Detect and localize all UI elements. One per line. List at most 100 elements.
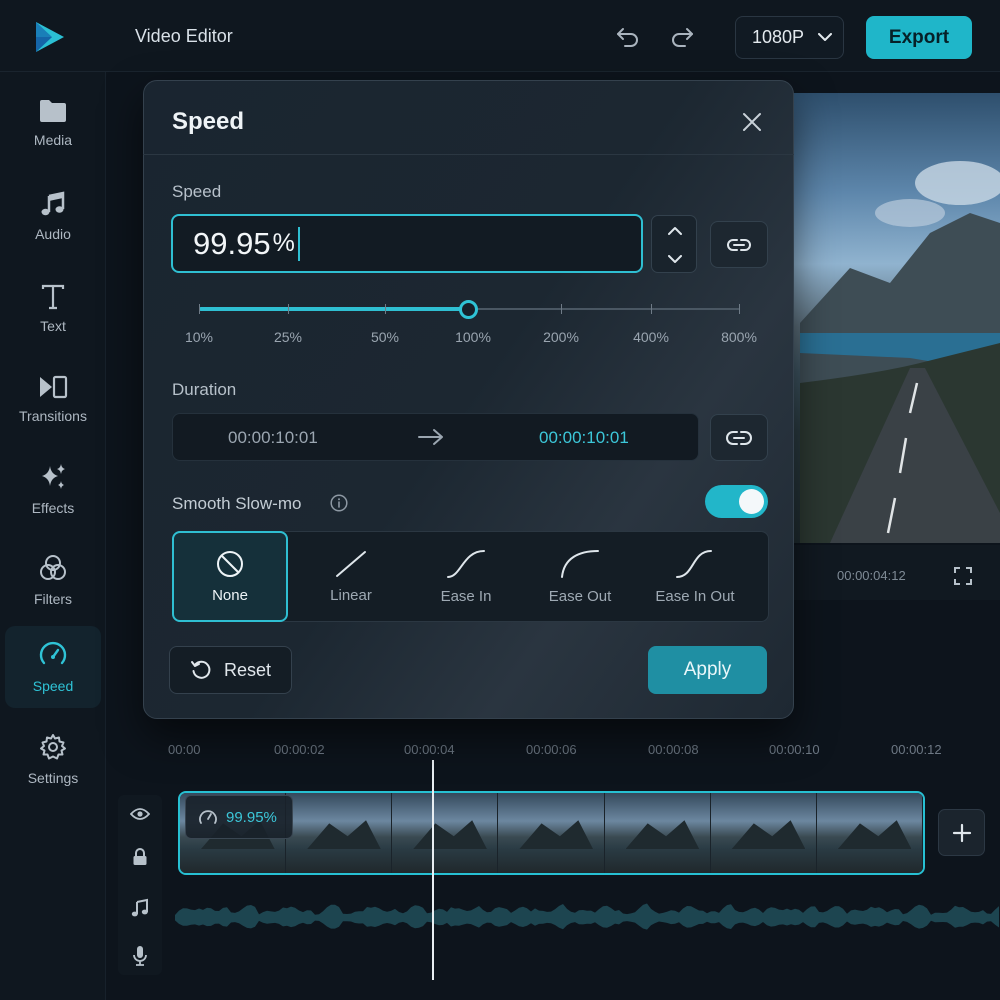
curve-option-label: Linear [330,587,372,604]
preview-timecode: 00:00:04:12 [837,568,906,583]
clip-thumbnail [710,793,817,873]
speedometer-icon [39,641,67,665]
curve-option-linear[interactable]: Linear [293,531,409,622]
slider-tick-label: 25% [273,329,303,345]
video-preview[interactable] [760,93,1000,543]
reset-button[interactable]: Reset [169,646,292,694]
sidebar-item-label: Media [33,132,73,148]
speed-increase-button[interactable] [652,216,698,245]
apply-button[interactable]: Apply [648,646,767,694]
folder-icon [40,100,66,122]
transitions-icon [40,375,68,399]
smooth-slowmo-toggle[interactable] [705,485,768,518]
chevron-down-icon [668,255,682,263]
sidebar-item-filters[interactable]: Filters [5,539,101,621]
ease-out-curve-icon [561,550,599,578]
arrow-right-icon [418,429,443,445]
slider-tick-label: 50% [370,329,400,345]
playhead[interactable] [432,760,434,980]
export-button[interactable]: Export [866,16,972,59]
chevron-up-icon [668,227,682,235]
curve-option-label: Ease Out [548,588,612,605]
track-lock-button[interactable] [129,846,151,868]
audio-waveform [175,903,999,930]
sidebar-item-transitions[interactable]: Transitions [5,358,101,440]
curve-option-none[interactable]: None [172,531,288,622]
duration-new[interactable]: 00:00:10:01 [539,428,629,448]
slider-tick [385,304,386,314]
duration-label: Duration [172,380,237,399]
lock-icon [133,848,147,865]
audio-track-button[interactable] [129,897,151,919]
clip-thumbnail [392,793,499,873]
redo-icon [672,28,693,47]
slider-tick [561,304,562,314]
prohibited-icon [217,551,243,577]
microphone-icon [133,946,147,966]
info-icon[interactable] [330,494,348,512]
preview-image [800,161,1000,543]
sidebar-item-label: Audio [35,226,71,242]
slider-tick [739,304,740,314]
curve-option-ease-in[interactable]: Ease In [408,531,524,622]
sidebar-item-settings[interactable]: Settings [5,718,101,800]
sidebar-item-label: Transitions [19,408,87,424]
slider-tick-label: 100% [455,329,491,345]
curve-option-ease-out[interactable]: Ease Out [522,531,638,622]
app-logo-icon [36,22,64,52]
ruler-label: 00:00:12 [891,742,942,757]
close-button[interactable] [738,108,766,136]
track-visibility-button[interactable] [129,803,151,825]
text-icon [41,284,65,310]
reset-label: Reset [223,659,272,680]
sidebar-item-audio[interactable]: Audio [5,175,101,257]
curve-option-label: Ease In Out [655,588,735,605]
sidebar-item-effects[interactable]: Effects [5,448,101,530]
ruler-label: 00:00:08 [648,742,699,757]
slider-tick-label: 800% [721,329,757,345]
slider-tick [651,304,652,314]
linear-curve-icon [336,551,366,577]
clip-thumbnail [604,793,711,873]
sidebar-item-label: Text [40,318,66,334]
undo-button[interactable] [613,22,643,52]
clip-speed-value: 99.95% [226,808,277,826]
duration-link-button[interactable] [710,414,768,461]
sidebar-item-label: Speed [32,678,74,694]
clip-speed-badge: 99.95% [185,795,293,839]
speed-link-button[interactable] [710,221,768,268]
sparkles-icon [42,464,65,489]
curve-option-ease-in-out[interactable]: Ease In Out [637,531,753,622]
swap-link-icon [726,430,752,445]
sidebar-item-media[interactable]: Media [5,82,101,164]
text-caret [297,226,300,261]
eye-icon [130,808,150,820]
voiceover-button[interactable] [129,945,151,967]
add-clip-button[interactable] [938,809,985,856]
speed-value: 99.95 [193,225,271,261]
fullscreen-icon[interactable] [952,565,974,587]
sidebar-item-text[interactable]: Text [5,268,101,350]
close-icon [743,113,761,131]
ease-in-curve-icon [447,550,485,578]
sidebar-item-label: Filters [33,591,73,607]
gear-icon [40,734,66,760]
curve-option-label: Ease In [440,588,492,605]
slider-tick [199,304,200,314]
speed-decrease-button[interactable] [652,245,698,274]
ruler-label: 00:00:06 [526,742,577,757]
plus-icon [952,823,971,842]
sidebar-item-label: Effects [31,500,75,516]
speedometer-icon [199,810,217,824]
speed-input[interactable]: 99.95% [171,214,643,273]
music-note-icon [41,191,65,216]
reset-icon [190,660,211,679]
speed-label: Speed [172,182,222,201]
redo-button[interactable] [667,22,697,52]
clip-thumbnail [498,793,605,873]
ruler-label: 00:00:04 [404,742,455,757]
duration-original: 00:00:10:01 [228,428,318,447]
speed-slider-thumb[interactable] [459,300,478,319]
resolution-select[interactable]: 1080P [735,16,844,59]
sidebar-item-speed[interactable]: Speed [5,626,101,708]
